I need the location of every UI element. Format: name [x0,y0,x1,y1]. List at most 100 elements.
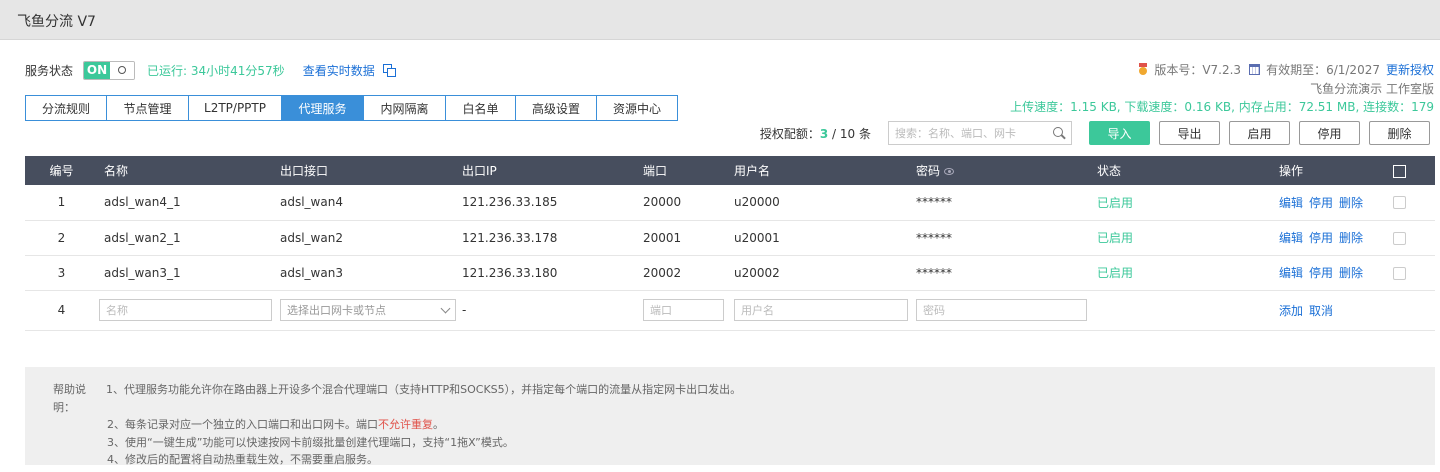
edit-link[interactable]: 编辑 [1279,231,1303,245]
cell-ops: 添加 取消 [1279,290,1393,331]
enable-button[interactable]: 启用 [1229,121,1290,145]
cell-ops: 编辑 停用 删除 [1279,220,1393,256]
col-status: 状态 [1097,156,1279,185]
cell-name: adsl_wan2_1 [98,220,280,256]
search-input[interactable]: 搜索：名称、端口、网卡 [888,121,1072,145]
eye-icon[interactable] [944,168,955,175]
traffic-stats: 上传速度：1.15 KB, 下载速度：0.16 KB, 内存占用：72.51 M… [1010,100,1434,114]
cell-user: u20001 [734,220,916,256]
cell-no: 4 [25,290,98,331]
select-all-checkbox[interactable] [1393,164,1406,178]
tab-lan-isolation[interactable]: 内网隔离 [364,95,446,121]
cell-ip: - [462,290,643,331]
tab-l2tp-pptp[interactable]: L2TP/PPTP [189,95,282,121]
cell-status: 已启用 [1097,255,1279,291]
cell-name: 名称 [98,290,280,331]
medal-icon [1138,63,1148,75]
col-user: 用户名 [734,156,916,185]
cell-iface: adsl_wan4 [280,185,462,221]
edition-text: 飞鱼分流演示 工作室版 [1310,82,1434,96]
tab-whitelist[interactable]: 白名单 [446,95,516,121]
cell-select [1393,185,1435,221]
cell-password: ****** [916,255,1097,291]
iface-select[interactable]: 选择出口网卡或节点 [280,299,456,321]
disable-button[interactable]: 停用 [1299,121,1360,145]
cell-port: 20002 [643,255,734,291]
disable-link[interactable]: 停用 [1309,231,1333,245]
username-input[interactable]: 用户名 [734,299,908,321]
tab-node-management[interactable]: 节点管理 [107,95,189,121]
help-line-1: 1、代理服务功能允许你在路由器上开设多个混合代理端口（支持HTTP和SOCKS5… [106,383,742,396]
cell-user: u20002 [734,255,916,291]
cell-name: adsl_wan4_1 [98,185,280,221]
cancel-link[interactable]: 取消 [1309,304,1333,318]
help-line-4: 4、修改后的配置将自动热重载生效，不需要重启服务。 [107,453,378,466]
table-header: 编号 名称 出口接口 出口IP 端口 用户名 密码 状态 操作 [25,156,1435,185]
cell-iface: 选择出口网卡或节点 [280,290,462,331]
chevron-down-icon [440,303,451,313]
search-placeholder: 搜索：名称、端口、网卡 [895,127,1016,140]
add-link[interactable]: 添加 [1279,304,1303,318]
delete-link[interactable]: 删除 [1339,231,1363,245]
cell-iface: adsl_wan3 [280,255,462,291]
row-checkbox[interactable] [1393,266,1406,280]
tab-resource-center[interactable]: 资源中心 [597,95,678,121]
service-status-row: 服务状态 ON 已运行: 34小时41分57秒 查看实时数据 [25,60,396,80]
export-button[interactable]: 导出 [1159,121,1220,145]
popout-icon[interactable] [382,64,396,77]
cell-status: 已启用 [1097,220,1279,256]
add-row: 4 名称 选择出口网卡或节点 - 端口 用户名 密码 添加 取消 [25,290,1435,331]
cell-ops: 编辑 停用 删除 [1279,255,1393,291]
edit-link[interactable]: 编辑 [1279,196,1303,210]
disable-link[interactable]: 停用 [1309,266,1333,280]
row-checkbox[interactable] [1393,231,1406,245]
disable-link[interactable]: 停用 [1309,196,1333,210]
tab-proxy-service[interactable]: 代理服务 [282,95,364,121]
row-checkbox[interactable] [1393,196,1406,210]
uptime-text: 已运行: 34小时41分57秒 [147,63,285,78]
toggle-on-label: ON [84,61,111,79]
cell-user: u20000 [734,185,916,221]
cell-select [1393,290,1435,331]
cell-status [1097,290,1279,331]
calendar-icon [1249,63,1261,75]
cell-port: 20000 [643,185,734,221]
cell-password: 密码 [916,290,1097,331]
help-panel: 帮助说明： 1、代理服务功能允许你在路由器上开设多个混合代理端口（支持HTTP和… [25,367,1435,466]
license-info: 版本号：V7.2.3 有效期至：6/1/2027 更新授权 飞鱼分流演示 工作室… [1010,60,1434,116]
col-no: 编号 [25,156,98,185]
edit-link[interactable]: 编辑 [1279,266,1303,280]
delete-link[interactable]: 删除 [1339,266,1363,280]
cell-no: 1 [25,185,98,221]
service-status-label: 服务状态 [25,63,74,78]
password-input[interactable]: 密码 [916,299,1087,321]
col-ip: 出口IP [462,156,643,185]
cell-select [1393,255,1435,291]
col-password: 密码 [916,156,1097,185]
cell-status: 已启用 [1097,185,1279,221]
cell-ip: 121.236.33.185 [462,185,643,221]
cell-port: 端口 [643,290,734,331]
cell-port: 20001 [643,220,734,256]
tab-routing-rules[interactable]: 分流规则 [25,95,107,121]
table-row: 2 adsl_wan2_1 adsl_wan2 121.236.33.178 2… [25,220,1435,256]
search-icon[interactable] [1053,127,1065,139]
col-iface: 出口接口 [280,156,462,185]
tab-advanced-settings[interactable]: 高级设置 [516,95,597,121]
delete-link[interactable]: 删除 [1339,196,1363,210]
cell-iface: adsl_wan2 [280,220,462,256]
col-ops: 操作 [1279,156,1393,185]
delete-button[interactable]: 删除 [1369,121,1430,145]
import-button[interactable]: 导入 [1089,121,1150,145]
quota-current: 3 [819,126,829,141]
toolbar: 授权配额：3 / 10 条 搜索：名称、端口、网卡 导入 导出 启用 停用 删除 [760,121,1430,145]
app-title: 飞鱼分流 V7 [17,14,96,30]
port-input[interactable]: 端口 [643,299,724,321]
help-lead: 帮助说明： [53,383,86,414]
cell-user: 用户名 [734,290,916,331]
name-input[interactable]: 名称 [99,299,272,321]
cell-ip: 121.236.33.178 [462,220,643,256]
realtime-data-link[interactable]: 查看实时数据 [303,62,375,79]
service-toggle[interactable]: ON [83,60,136,80]
renew-license-link[interactable]: 更新授权 [1386,61,1434,78]
